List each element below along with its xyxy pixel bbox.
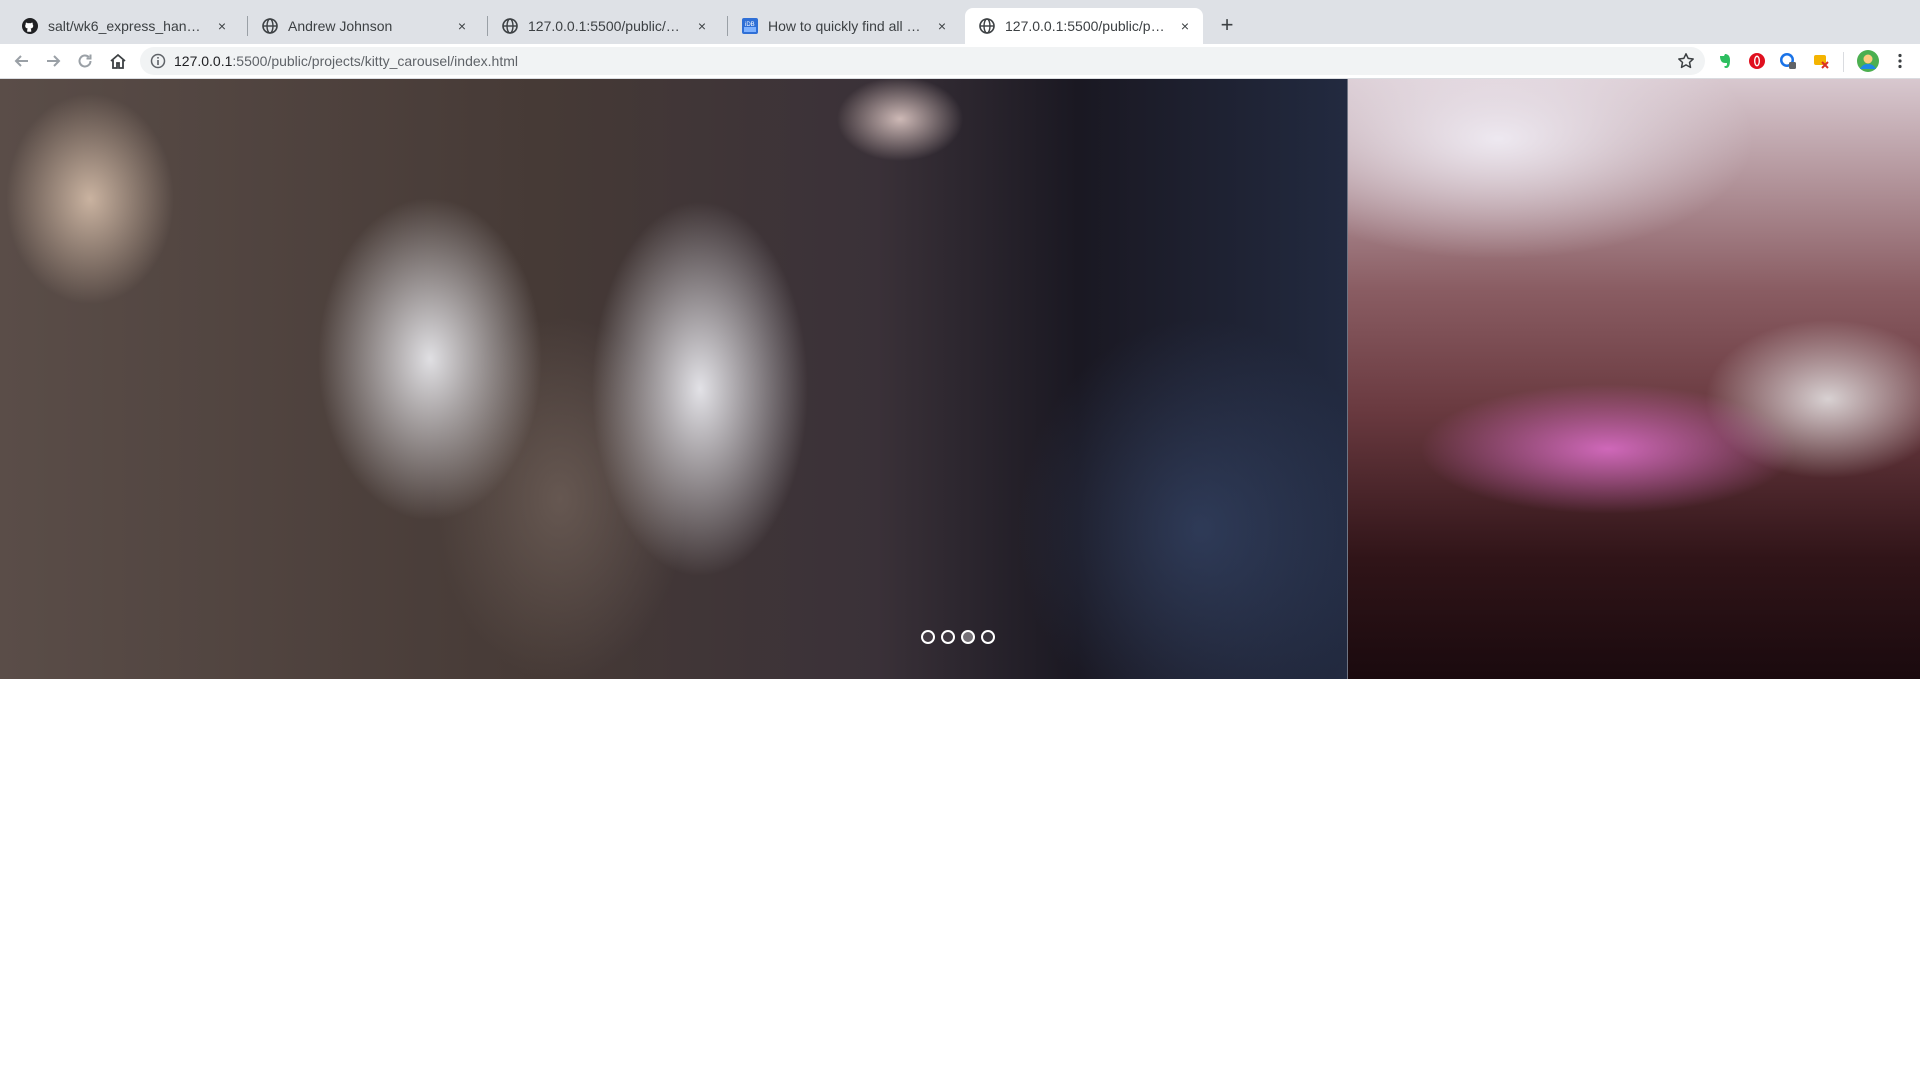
back-button[interactable] [10,49,34,73]
carousel-dot-3[interactable] [961,630,975,644]
tab-title: 127.0.0.1:5500/public/projects/ [1005,18,1169,34]
tab-screenshots-article[interactable]: iDB How to quickly find all screensh × [728,8,960,44]
carousel-dot-1[interactable] [921,630,935,644]
forward-button[interactable] [41,49,65,73]
carousel-dot-2[interactable] [941,630,955,644]
site-favicon-icon: iDB [742,18,758,34]
bookmark-star-icon[interactable] [1677,52,1695,70]
tab-title: 127.0.0.1:5500/public/projects/ [528,18,686,34]
evernote-extension-icon[interactable] [1716,52,1734,70]
menu-kebab-icon[interactable] [1891,52,1909,70]
github-icon [22,18,38,34]
slide-divider [1347,79,1348,679]
tab-github[interactable]: salt/wk6_express_handlebars a × [8,8,240,44]
globe-icon [262,18,278,34]
carousel-indicators [921,630,995,644]
kitten-slide-image [0,79,1348,679]
globe-icon [502,18,518,34]
new-tab-button[interactable]: + [1213,12,1241,40]
close-icon[interactable]: × [694,18,710,34]
toolbar-divider [1843,52,1844,72]
home-button[interactable] [106,49,130,73]
info-icon[interactable] [150,53,166,69]
address-bar[interactable]: 127.0.0.1:5500/public/projects/kitty_car… [140,47,1705,75]
url-host: 127.0.0.1 [174,53,233,69]
close-icon[interactable]: × [214,18,230,34]
home-icon [110,53,126,69]
tab-andrew-johnson[interactable]: Andrew Johnson × [248,8,480,44]
carousel-dot-4[interactable] [981,630,995,644]
address-url: 127.0.0.1:5500/public/projects/kitty_car… [174,53,518,69]
svg-text:iDB: iDB [745,22,755,28]
close-icon[interactable]: × [934,18,950,34]
next-kitten-slide-image [1348,79,1920,679]
page-blank-area [0,679,1920,1080]
tab-kitty-carousel[interactable]: 127.0.0.1:5500/public/projects/ × [965,8,1203,44]
tab-localhost-1[interactable]: 127.0.0.1:5500/public/projects/ × [488,8,720,44]
blocker-extension-icon[interactable] [1812,52,1830,70]
tab-title: salt/wk6_express_handlebars a [48,18,206,34]
close-icon[interactable]: × [454,18,470,34]
arrow-left-icon [14,55,28,67]
opera-extension-icon[interactable] [1748,52,1766,70]
browser-toolbar: 127.0.0.1:5500/public/projects/kitty_car… [0,44,1920,79]
reload-button[interactable] [73,49,97,73]
tab-title: Andrew Johnson [288,18,393,34]
tab-title: How to quickly find all screensh [768,18,926,34]
privacy-extension-icon[interactable] [1779,52,1797,70]
reload-icon [78,54,92,68]
arrow-right-icon [47,55,61,67]
profile-avatar[interactable] [1856,49,1880,73]
globe-icon [979,18,995,34]
url-path: :5500/public/projects/kitty_carousel/ind… [232,53,518,69]
tab-strip: salt/wk6_express_handlebars a × Andrew J… [0,0,1920,44]
kitty-carousel[interactable] [0,79,1920,679]
close-icon[interactable]: × [1177,18,1193,34]
